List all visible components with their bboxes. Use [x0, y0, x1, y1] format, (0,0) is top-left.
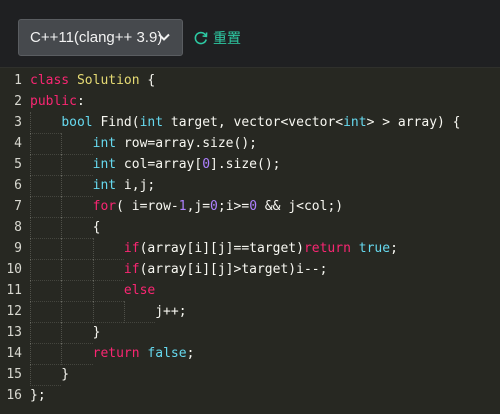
code-line: 14 return false; [0, 343, 500, 365]
code-text: j++; [30, 304, 187, 319]
code-line: 11 else [0, 280, 500, 302]
code-text: int row=array.size(); [92, 136, 257, 151]
line-number: 4 [14, 136, 22, 151]
code-line: 2 public: [0, 91, 500, 112]
code-text: int i,j; [92, 178, 156, 193]
code-text: } [30, 367, 70, 382]
code-text: if(array[i][j]>target)i--; [123, 262, 328, 277]
refresh-icon [194, 31, 208, 45]
line-number: 2 [14, 94, 22, 109]
code-text: return false; [92, 346, 195, 361]
code-line: 10 if(array[i][j]>target)i--; [0, 259, 500, 281]
line-number: 11 [6, 283, 22, 298]
code-text: else [123, 283, 156, 298]
code-text: }; [30, 388, 46, 403]
line-number: 6 [14, 178, 22, 193]
code-editor[interactable]: 1 class Solution { 2 public: 3 bool Find(int… [0, 68, 500, 414]
code-text: { [30, 220, 101, 235]
chevron-down-icon [158, 33, 170, 41]
line-number: 16 [6, 388, 22, 403]
line-number: 14 [6, 346, 22, 361]
code-line: 1 class Solution { [0, 70, 500, 91]
line-number: 7 [14, 199, 22, 214]
line-number: 3 [14, 115, 22, 130]
line-number: 1 [14, 73, 22, 88]
top-strip [0, 0, 500, 12]
line-number: 15 [6, 367, 22, 382]
line-number: 5 [14, 157, 22, 172]
code-text: public: [30, 94, 85, 109]
code-line: 16}; [0, 385, 500, 406]
reset-label: 重置 [213, 30, 241, 46]
language-select[interactable]: C++11(clang++ 3.9) [18, 19, 183, 56]
code-line: 4 int row=array.size(); [0, 133, 500, 155]
code-text: bool Find(int target, vector<vector<int>… [61, 115, 461, 130]
line-number: 10 [6, 262, 22, 277]
code-line: 9 if(array[i][j]==target)return true; [0, 238, 500, 260]
code-text: if(array[i][j]==target)return true; [123, 241, 398, 256]
code-line: 3 bool Find(int target, vector<vector<in… [0, 112, 500, 134]
language-select-value: C++11(clang++ 3.9) [30, 29, 163, 46]
code-line: 13 } [0, 322, 500, 344]
code-line: 7 for( i=row-1,j=0;i>=0 && j<col;) [0, 196, 500, 218]
line-number: 8 [14, 220, 22, 235]
code-line: 8 { [0, 217, 500, 239]
code-line: 5 int col=array[0].size(); [0, 154, 500, 176]
code-line: 6 int i,j; [0, 175, 500, 197]
code-text: for( i=row-1,j=0;i>=0 && j<col;) [92, 199, 344, 214]
line-number: 9 [14, 241, 22, 256]
editor-toolbar: C++11(clang++ 3.9) 重置 [0, 12, 500, 68]
line-number: 13 [6, 325, 22, 340]
line-number: 12 [6, 304, 22, 319]
reset-button[interactable]: 重置 [193, 28, 241, 48]
code-line: 12 j++; [0, 301, 500, 323]
code-text: int col=array[0].size(); [92, 157, 281, 172]
code-line: 15 } [0, 364, 500, 386]
code-text: } [30, 325, 101, 340]
code-text: class Solution { [30, 73, 156, 88]
